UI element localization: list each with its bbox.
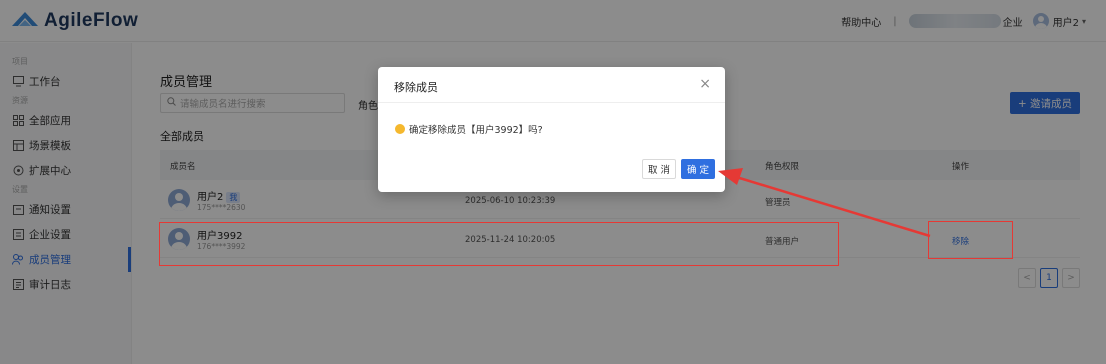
cancel-button[interactable]: 取 消 (642, 159, 676, 179)
dialog-header: 移除成员 × (378, 67, 725, 103)
dialog-body: 确定移除成员【用户3992】吗? (395, 122, 543, 136)
highlight-box-row (159, 222, 839, 266)
remove-member-dialog: 移除成员 × 确定移除成员【用户3992】吗? 取 消 确 定 (378, 67, 725, 192)
highlight-box-remove (928, 221, 1013, 259)
confirm-button[interactable]: 确 定 (681, 159, 715, 179)
warning-icon (395, 124, 405, 134)
dialog-message: 确定移除成员【用户3992】吗? (409, 125, 543, 136)
close-icon[interactable]: × (699, 76, 711, 92)
dialog-title: 移除成员 (394, 81, 438, 94)
